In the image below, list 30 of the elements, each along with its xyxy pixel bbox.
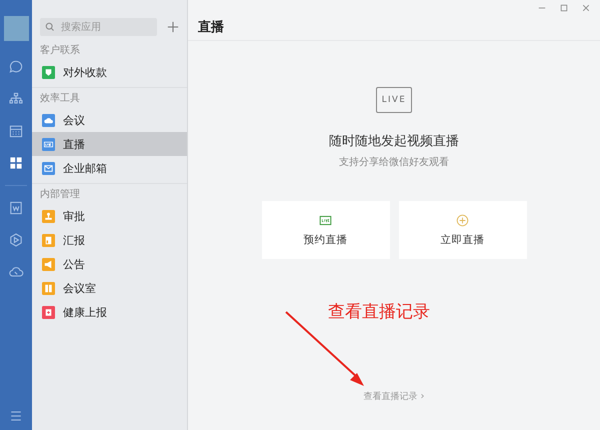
app-list-item[interactable]: 会议 xyxy=(32,108,187,132)
app-list-item[interactable]: 企业邮箱 xyxy=(32,156,187,180)
app-list-item[interactable]: 直播 xyxy=(32,132,187,156)
page-title: 直播 xyxy=(198,19,224,37)
search-field[interactable]: 搜索应用 xyxy=(40,18,157,36)
close-icon[interactable] xyxy=(582,4,590,12)
play-hexagon-icon[interactable] xyxy=(8,232,24,248)
section-label: 内部管理 xyxy=(39,188,81,202)
calendar-icon[interactable] xyxy=(8,123,24,139)
section-label: 效率工具 xyxy=(39,92,81,106)
hero-subtitle: 支持分享给微信好友观看 xyxy=(339,156,449,169)
app-list-item[interactable]: 会议室 xyxy=(32,276,187,300)
section-label: 客户联系 xyxy=(39,44,81,58)
live-screen-icon xyxy=(319,214,332,226)
plus-circle-icon xyxy=(456,214,469,226)
maximize-icon[interactable] xyxy=(560,4,568,12)
live-badge: LIVE xyxy=(376,87,412,113)
app-list-item[interactable]: 审批 xyxy=(32,204,187,228)
document-icon[interactable] xyxy=(8,200,24,216)
action-card[interactable]: 立即直播 xyxy=(398,201,526,259)
add-icon[interactable] xyxy=(167,21,179,33)
chat-icon[interactable] xyxy=(8,59,24,75)
app-list-item[interactable]: 对外收款 xyxy=(32,60,187,84)
app-list-item[interactable]: 汇报 xyxy=(32,228,187,252)
app-list-item[interactable]: 公告 xyxy=(32,252,187,276)
action-card[interactable]: 预约直播 xyxy=(262,201,390,259)
apps-grid-icon[interactable] xyxy=(8,155,24,171)
hero-heading: 随时随地发起视频直播 xyxy=(329,133,459,150)
app-list-item[interactable]: 健康上报 xyxy=(32,300,187,324)
annotation-text: 查看直播记录 xyxy=(328,301,430,323)
